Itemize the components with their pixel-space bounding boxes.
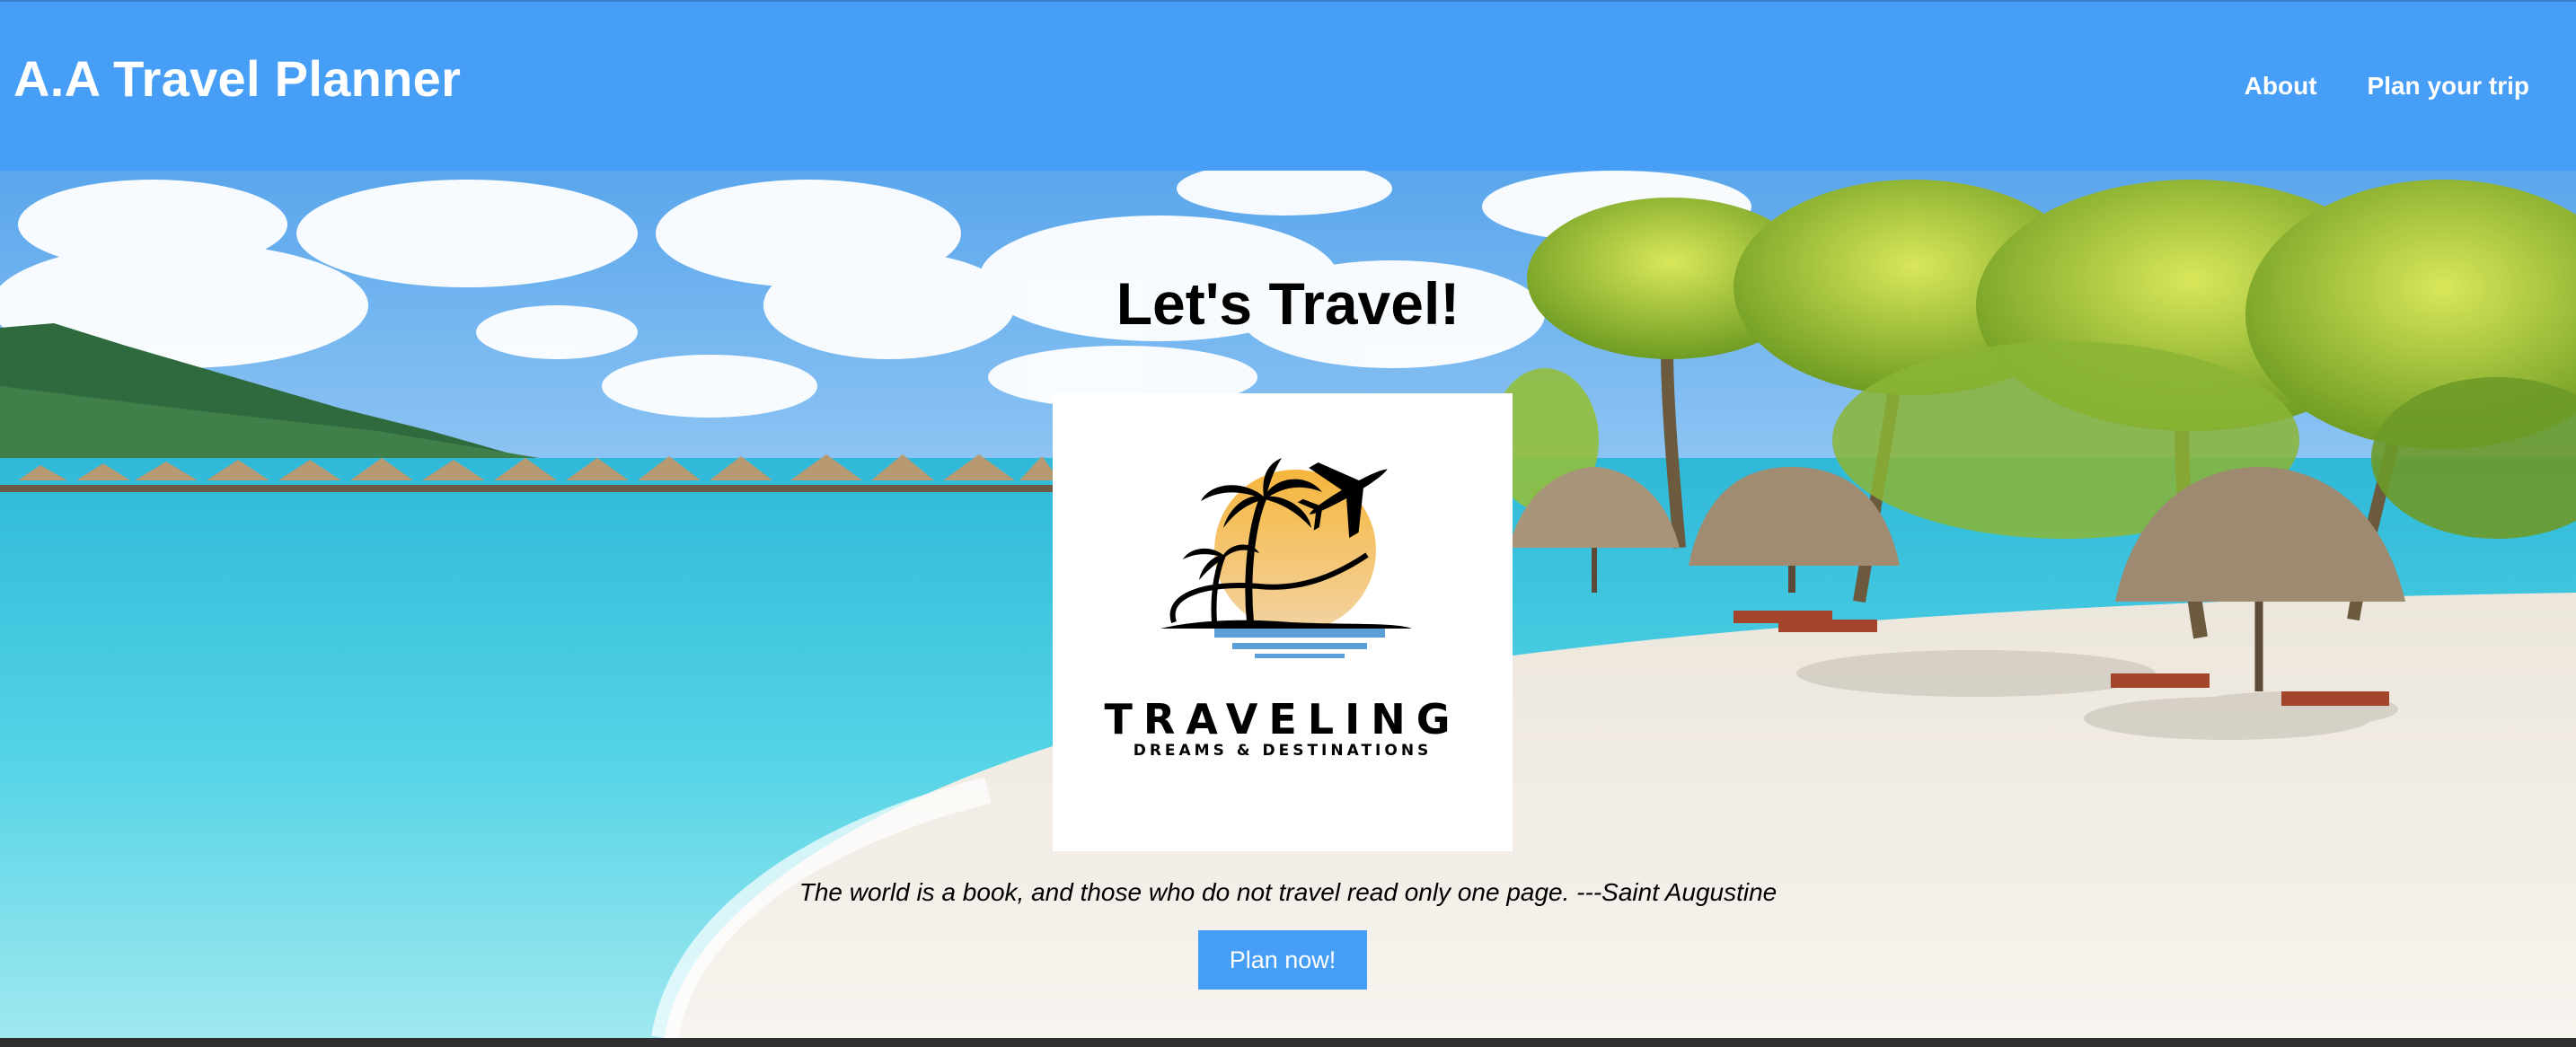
traveling-logo-card: TRAVELING DREAMS & DESTINATIONS <box>1053 393 1513 851</box>
site-brand[interactable]: A.A Travel Planner <box>13 54 461 104</box>
nav-link-about[interactable]: About <box>2245 72 2317 101</box>
travel-quote: The world is a book, and those who do no… <box>798 878 1778 906</box>
main-nav: About Plan your trip <box>2245 72 2529 101</box>
logo-graphic <box>1160 458 1412 658</box>
logo-tagline: DREAMS & DESTINATIONS <box>1133 742 1433 760</box>
hero-title: Let's Travel! <box>1116 270 1460 337</box>
top-navbar: A.A Travel Planner About Plan your trip <box>0 0 2576 171</box>
logo-wordmark: TRAVELING <box>1104 695 1461 743</box>
plan-now-button[interactable]: Plan now! <box>1198 930 1367 990</box>
nav-link-plan-your-trip[interactable]: Plan your trip <box>2368 72 2529 101</box>
